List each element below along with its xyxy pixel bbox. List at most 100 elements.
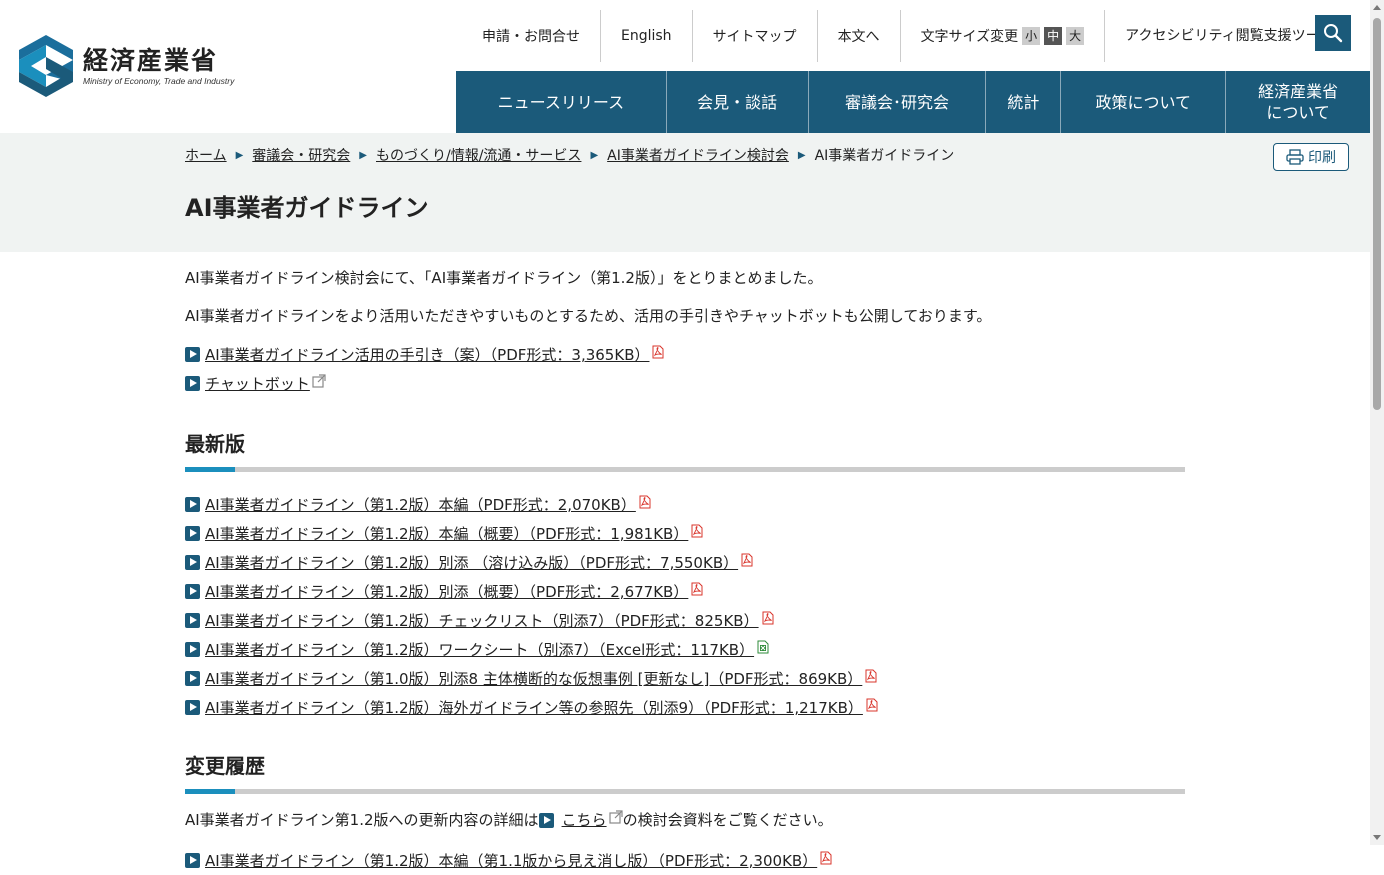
utility-nav: 申請・お問合せ English サイトマップ 本文へ 文字サイズ変更 小 中 大… xyxy=(462,10,1354,62)
intro-paragraph: AI事業者ガイドライン検討会にて、「AI事業者ガイドライン（第1.2版）」をとり… xyxy=(185,269,823,287)
document-link[interactable]: AI事業者ガイドライン活用の手引き（案）（PDF形式：3,365KB） xyxy=(205,344,649,365)
link-arrow-icon xyxy=(185,526,200,541)
gnav-press[interactable]: 会見・談話 xyxy=(665,71,808,133)
breadcrumb-manufacturing[interactable]: ものづくり/情報/流通・サービス xyxy=(376,145,581,165)
scrollbar-thumb[interactable] xyxy=(1373,18,1381,410)
history-document-link[interactable]: AI事業者ガイドライン（第1.2版）本編（第1.1版から見え消し版）（PDF形式… xyxy=(205,850,817,871)
history-text-after: の検討会資料をご覧ください。 xyxy=(622,811,833,829)
util-contact-link[interactable]: 申請・お問合せ xyxy=(462,10,600,62)
global-nav: ニュースリリース 会見・談話 審議会･研究会 統計 政策について 経済産業省 に… xyxy=(456,71,1370,133)
search-button[interactable] xyxy=(1315,15,1351,51)
pdf-icon xyxy=(762,611,774,624)
link-arrow-icon xyxy=(538,812,554,828)
heading-underline xyxy=(185,789,1185,794)
font-size-small-button[interactable]: 小 xyxy=(1022,27,1041,45)
top-links-list: AI事業者ガイドライン活用の手引き（案）（PDF形式：3,365KB） チャットボ… xyxy=(185,340,1185,398)
page-scrollbar[interactable] xyxy=(1370,0,1384,845)
list-item: AI事業者ガイドライン（第1.2版）本編（概要）（PDF形式：1,981KB） xyxy=(185,519,1185,548)
breadcrumb-separator-icon: ▶ xyxy=(359,149,367,161)
meti-logo[interactable]: 経済産業省 Ministry of Economy, Trade and Ind… xyxy=(19,35,234,97)
link-arrow-icon xyxy=(185,497,200,512)
history-heading: 変更履歴 xyxy=(185,754,265,778)
print-button[interactable]: 印刷 xyxy=(1273,143,1349,171)
breadcrumb-separator-icon: ▶ xyxy=(590,149,599,161)
logo-name-en: Ministry of Economy, Trade and Industry xyxy=(83,75,235,86)
document-link[interactable]: AI事業者ガイドライン（第1.2版）別添 （溶け込み版）（PDF形式：7,550… xyxy=(205,552,738,573)
link-arrow-icon xyxy=(185,376,200,391)
pdf-icon xyxy=(691,524,703,537)
heading-underline xyxy=(185,467,1185,472)
util-skip-to-content-link[interactable]: 本文へ xyxy=(816,10,900,62)
main-content: AI事業者ガイドライン検討会にて、「AI事業者ガイドライン（第1.2版）」をとり… xyxy=(185,268,1185,875)
gnav-policy[interactable]: 政策について xyxy=(1060,71,1225,133)
breadcrumb-separator-icon: ▶ xyxy=(235,149,244,161)
meti-logo-icon xyxy=(19,35,73,97)
list-item: チャットボット xyxy=(185,369,1185,398)
document-link[interactable]: AI事業者ガイドライン（第1.2版）ワークシート（別添7）（Excel形式：11… xyxy=(205,639,754,660)
breadcrumb-council[interactable]: 審議会・研究会 xyxy=(252,145,350,165)
latest-heading: 最新版 xyxy=(185,432,245,456)
pdf-icon xyxy=(691,582,703,595)
list-item: AI事業者ガイドライン（第1.2版）本編（PDF形式：2,070KB） xyxy=(185,490,1185,519)
list-item: AI事業者ガイドライン（第1.2版）本編（第1.1版から見え消し版）（PDF形式… xyxy=(185,846,1185,875)
external-link-icon xyxy=(608,810,623,824)
font-size-label: 文字サイズ変更 xyxy=(920,29,1019,45)
list-item: AI事業者ガイドライン（第1.0版）別添8 主体横断的な仮想事例 [更新なし]（… xyxy=(185,664,1185,693)
gnav-about[interactable]: 経済産業省 について xyxy=(1225,71,1370,133)
document-link[interactable]: チャットボット xyxy=(205,373,310,394)
list-item: AI事業者ガイドライン（第1.2版）ワークシート（別添7）（Excel形式：11… xyxy=(185,635,1185,664)
util-sitemap-link[interactable]: サイトマップ xyxy=(691,10,817,62)
logo-text: 経済産業省 Ministry of Economy, Trade and Ind… xyxy=(83,45,235,86)
breadcrumb-separator-icon: ▶ xyxy=(797,149,806,161)
link-arrow-icon xyxy=(185,584,200,599)
link-arrow-icon xyxy=(185,642,200,657)
history-detail-link[interactable]: こちら xyxy=(562,810,607,830)
list-item: AI事業者ガイドライン（第1.2版）チェックリスト（別添7）（PDF形式：825… xyxy=(185,606,1185,635)
gnav-stats[interactable]: 統計 xyxy=(985,71,1060,133)
pdf-icon xyxy=(866,698,878,711)
latest-links-list: AI事業者ガイドライン（第1.2版）本編（PDF形式：2,070KB） AI事業者… xyxy=(185,490,1185,722)
breadcrumb-home[interactable]: ホーム xyxy=(185,145,227,165)
gnav-news[interactable]: ニュースリリース xyxy=(456,71,666,133)
history-text-before: AI事業者ガイドライン第1.2版への更新内容の詳細は xyxy=(185,811,539,829)
page-title: AI事業者ガイドライン xyxy=(185,194,429,222)
link-arrow-icon xyxy=(185,613,200,628)
document-link[interactable]: AI事業者ガイドライン（第1.2版）海外ガイドライン等の参照先（別添9）（PDF… xyxy=(205,697,863,718)
font-size-large-button[interactable]: 大 xyxy=(1066,27,1085,45)
util-english-link[interactable]: English xyxy=(600,10,692,62)
list-item: AI事業者ガイドライン活用の手引き（案）（PDF形式：3,365KB） xyxy=(185,340,1185,369)
search-icon xyxy=(1324,24,1343,43)
font-size-switcher: 文字サイズ変更 小 中 大 xyxy=(899,10,1105,62)
link-arrow-icon xyxy=(185,700,200,715)
scroll-up-icon[interactable] xyxy=(1373,5,1381,10)
scroll-down-icon[interactable] xyxy=(1373,835,1381,840)
list-item: AI事業者ガイドライン（第1.2版）別添（概要）（PDF形式：2,677KB） xyxy=(185,577,1185,606)
history-paragraph: AI事業者ガイドライン第1.2版への更新内容の詳細は こちら の検討会資料をご覧… xyxy=(185,810,1185,830)
gnav-council[interactable]: 審議会･研究会 xyxy=(807,71,986,133)
excel-icon xyxy=(757,640,769,653)
pdf-icon xyxy=(741,553,753,566)
intro-paragraph: AI事業者ガイドラインをより活用いただきやすいものとするため、活用の手引きやチャ… xyxy=(185,307,992,325)
breadcrumb-current: AI事業者ガイドライン xyxy=(814,148,955,164)
link-arrow-icon xyxy=(185,671,200,686)
font-size-medium-button[interactable]: 中 xyxy=(1044,27,1063,45)
pdf-icon xyxy=(865,669,877,682)
gnav-about-line1: 経済産業省 xyxy=(1258,82,1339,101)
pdf-icon xyxy=(639,495,651,508)
external-link-icon xyxy=(312,373,326,388)
logo-name-jp: 経済産業省 xyxy=(83,45,219,75)
document-link[interactable]: AI事業者ガイドライン（第1.2版）本編（PDF形式：2,070KB） xyxy=(205,494,636,515)
breadcrumb-guideline-committee[interactable]: AI事業者ガイドライン検討会 xyxy=(607,145,789,165)
accessibility-line1: アクセシビリティ xyxy=(1125,27,1236,44)
pdf-icon xyxy=(652,345,664,358)
gnav-about-line2: について xyxy=(1266,103,1330,122)
pdf-icon xyxy=(820,851,832,864)
document-link[interactable]: AI事業者ガイドライン（第1.2版）別添（概要）（PDF形式：2,677KB） xyxy=(205,581,688,602)
printer-icon xyxy=(1286,149,1304,165)
document-link[interactable]: AI事業者ガイドライン（第1.2版）本編（概要）（PDF形式：1,981KB） xyxy=(205,523,688,544)
document-link[interactable]: AI事業者ガイドライン（第1.0版）別添8 主体横断的な仮想事例 [更新なし]（… xyxy=(205,668,862,689)
document-link[interactable]: AI事業者ガイドライン（第1.2版）チェックリスト（別添7）（PDF形式：825… xyxy=(205,610,759,631)
link-arrow-icon xyxy=(185,347,200,362)
list-item: AI事業者ガイドライン（第1.2版）海外ガイドライン等の参照先（別添9）（PDF… xyxy=(185,693,1185,722)
link-arrow-icon xyxy=(185,853,200,868)
